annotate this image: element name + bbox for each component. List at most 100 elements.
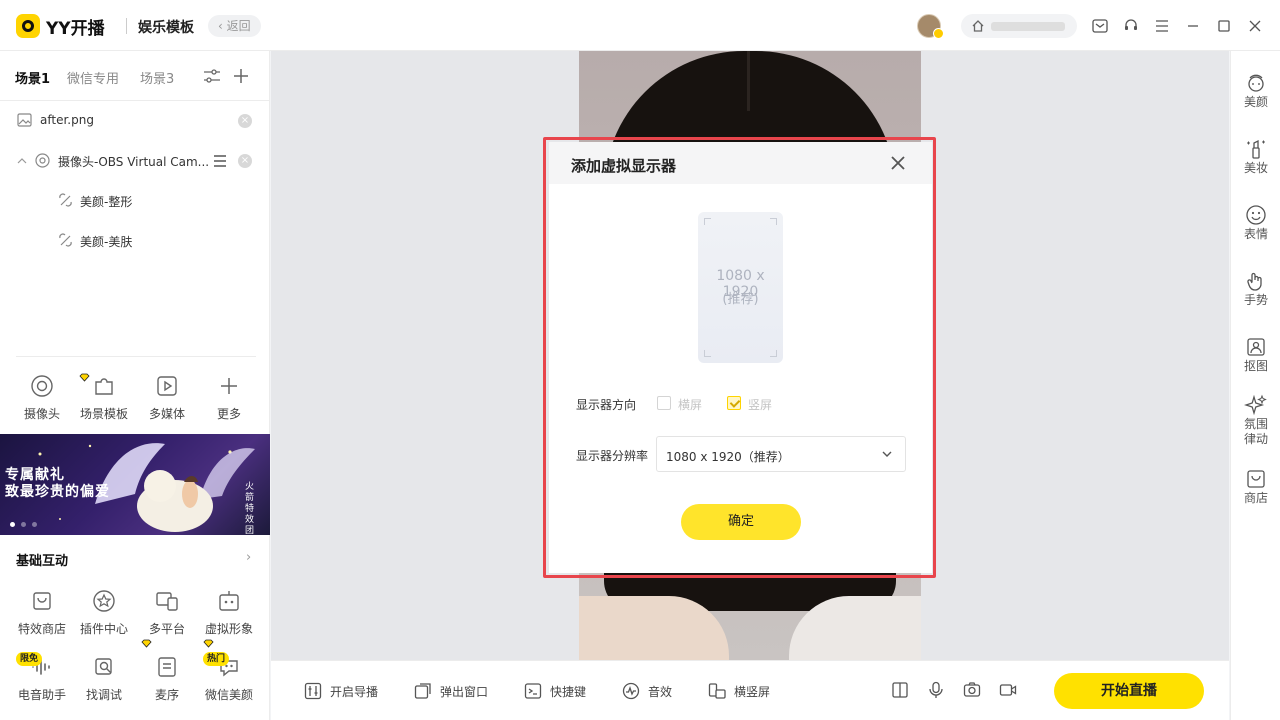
tool-label: 多平台 — [148, 622, 185, 636]
list-icon — [158, 657, 176, 677]
plugin-center-button[interactable]: 插件中心 — [74, 588, 134, 637]
remove-source-icon[interactable]: × — [238, 114, 252, 128]
popout-icon — [414, 683, 431, 699]
add-scene-icon[interactable] — [233, 68, 249, 84]
store-button[interactable]: 商店 — [1231, 467, 1280, 506]
right-item-label: 表情 — [1243, 227, 1268, 241]
vip-diamond-icon — [141, 639, 152, 648]
smiley-icon — [1246, 205, 1266, 225]
tool-label: 场景模板 — [79, 407, 128, 421]
chevron-up-icon[interactable] — [17, 157, 27, 164]
add-camera-button[interactable]: 摄像头 — [12, 373, 72, 422]
minimize-icon[interactable] — [1183, 16, 1203, 36]
video-record-icon[interactable] — [999, 681, 1017, 699]
atmosphere-button[interactable]: 氛围律动 — [1231, 393, 1280, 447]
banner-vertical-text: 火箭特效团 — [245, 482, 255, 535]
remove-source-icon[interactable]: × — [238, 154, 252, 168]
left-panel: 场景1 微信专用 场景3 after.png × 摄像头-OBS Virtual… — [0, 51, 270, 720]
sound-effects-button[interactable]: 音效 — [622, 682, 672, 700]
promo-banner[interactable]: 专属献礼 致最珍贵的偏爱 火箭特效团 — [0, 434, 270, 535]
banner-pagination[interactable] — [10, 522, 37, 527]
portrait-checkbox[interactable] — [727, 396, 741, 410]
director-icon — [304, 682, 322, 700]
microphone-icon[interactable] — [927, 681, 945, 699]
landscape-label: 横屏 — [678, 398, 703, 412]
start-live-button[interactable]: 开始直播 — [1054, 673, 1204, 709]
gesture-icon — [1247, 272, 1262, 291]
source-item[interactable]: after.png × — [0, 101, 270, 141]
mail-icon[interactable] — [1090, 16, 1110, 36]
confirm-button[interactable]: 确定 — [681, 504, 801, 540]
makeup-button[interactable]: 美妆 — [1231, 137, 1280, 176]
room-info-pill[interactable] — [961, 14, 1077, 38]
debug-button[interactable]: 找调试 — [74, 654, 134, 703]
dialog-title: 添加虚拟显示器 — [571, 157, 677, 175]
tool-label: 虚拟形象 — [204, 622, 253, 636]
screenshot-camera-icon[interactable] — [963, 681, 981, 699]
mic-order-button[interactable]: 麦序 — [137, 654, 197, 703]
source-label: 美颜-美肤 — [80, 235, 133, 249]
tool-label: 微信美颜 — [204, 688, 253, 702]
right-toolbar: 美颜 美妆 表情 手势 抠图 氛围律动 商店 — [1230, 51, 1280, 720]
tool-label: 麦序 — [154, 688, 179, 702]
tool-label: 电音助手 — [17, 688, 66, 702]
window-close-icon[interactable] — [1245, 16, 1265, 36]
yy-logo-icon — [16, 14, 40, 38]
back-button[interactable]: ‹ 返回 — [208, 15, 261, 37]
bottom-item-label: 开启导播 — [330, 684, 379, 699]
bottom-item-label: 横竖屏 — [734, 684, 771, 699]
divider — [16, 356, 256, 357]
orientation-toggle-button[interactable]: 横竖屏 — [708, 682, 770, 700]
director-mode-button[interactable]: 开启导播 — [304, 682, 378, 700]
multi-platform-button[interactable]: 多平台 — [137, 588, 197, 637]
right-item-label: 手势 — [1243, 293, 1268, 307]
puzzle-icon — [95, 378, 113, 395]
back-label: 返回 — [226, 19, 251, 33]
tool-label: 插件中心 — [79, 622, 128, 636]
display-preview: 1080 x 1920 (推荐) — [698, 212, 783, 363]
tab-scene-1[interactable]: 场景1 — [15, 68, 50, 87]
multimedia-button[interactable]: 多媒体 — [137, 373, 197, 422]
source-label: 摄像头-OBS Virtual Cam... — [58, 155, 210, 169]
avatar-robot-icon — [219, 591, 239, 611]
beauty-button[interactable]: 美颜 — [1231, 71, 1280, 110]
layout-split-icon[interactable] — [891, 681, 909, 699]
cutout-button[interactable]: 抠图 — [1231, 335, 1280, 374]
gesture-button[interactable]: 手势 — [1231, 269, 1280, 308]
beauty-filter-icon — [59, 193, 72, 207]
right-item-label: 氛围律动 — [1243, 417, 1268, 446]
shortcuts-button[interactable]: 快捷键 — [524, 682, 586, 700]
resolution-value: 1080 x 1920（推荐） — [666, 450, 790, 464]
cutout-icon — [1247, 338, 1265, 356]
section-expand-arrow[interactable]: › — [246, 550, 251, 565]
menu-icon[interactable] — [1152, 16, 1172, 36]
source-menu-icon[interactable] — [213, 155, 227, 167]
source-item[interactable]: 美颜-美肤 — [0, 221, 270, 261]
store-icon — [1247, 470, 1265, 488]
section-title: 基础互动 — [16, 554, 69, 569]
makeup-icon — [1247, 139, 1265, 159]
headset-support-icon[interactable] — [1121, 16, 1141, 36]
orientation-label: 显示器方向 — [576, 398, 637, 412]
scene-settings-icon[interactable] — [203, 68, 221, 84]
effect-shop-button[interactable]: 特效商店 — [12, 588, 72, 637]
free-tag: 限免 — [16, 652, 43, 666]
tab-wechat[interactable]: 微信专用 — [67, 68, 119, 87]
landscape-checkbox[interactable] — [657, 396, 671, 410]
sound-effect-icon — [622, 682, 640, 700]
tab-scene-3[interactable]: 场景3 — [140, 68, 174, 87]
more-button[interactable]: 更多 — [199, 373, 259, 422]
maximize-icon[interactable] — [1214, 16, 1234, 36]
image-icon — [17, 113, 32, 127]
virtual-avatar-button[interactable]: 虚拟形象 — [199, 588, 259, 637]
expression-button[interactable]: 表情 — [1231, 203, 1280, 242]
keyboard-icon — [524, 683, 542, 699]
dialog-header: 添加虚拟显示器 — [549, 142, 932, 184]
resolution-select[interactable]: 1080 x 1920（推荐） — [656, 436, 906, 472]
dialog-close-icon[interactable] — [889, 154, 907, 172]
source-item[interactable]: 摄像头-OBS Virtual Cam... × — [0, 141, 270, 181]
bottom-toolbar: 开启导播 弹出窗口 快捷键 音效 横竖屏 开始直播 — [271, 660, 1229, 720]
popout-window-button[interactable]: 弹出窗口 — [414, 682, 488, 700]
source-item[interactable]: 美颜-整形 — [0, 181, 270, 221]
resolution-label: 显示器分辨率 — [576, 449, 649, 463]
